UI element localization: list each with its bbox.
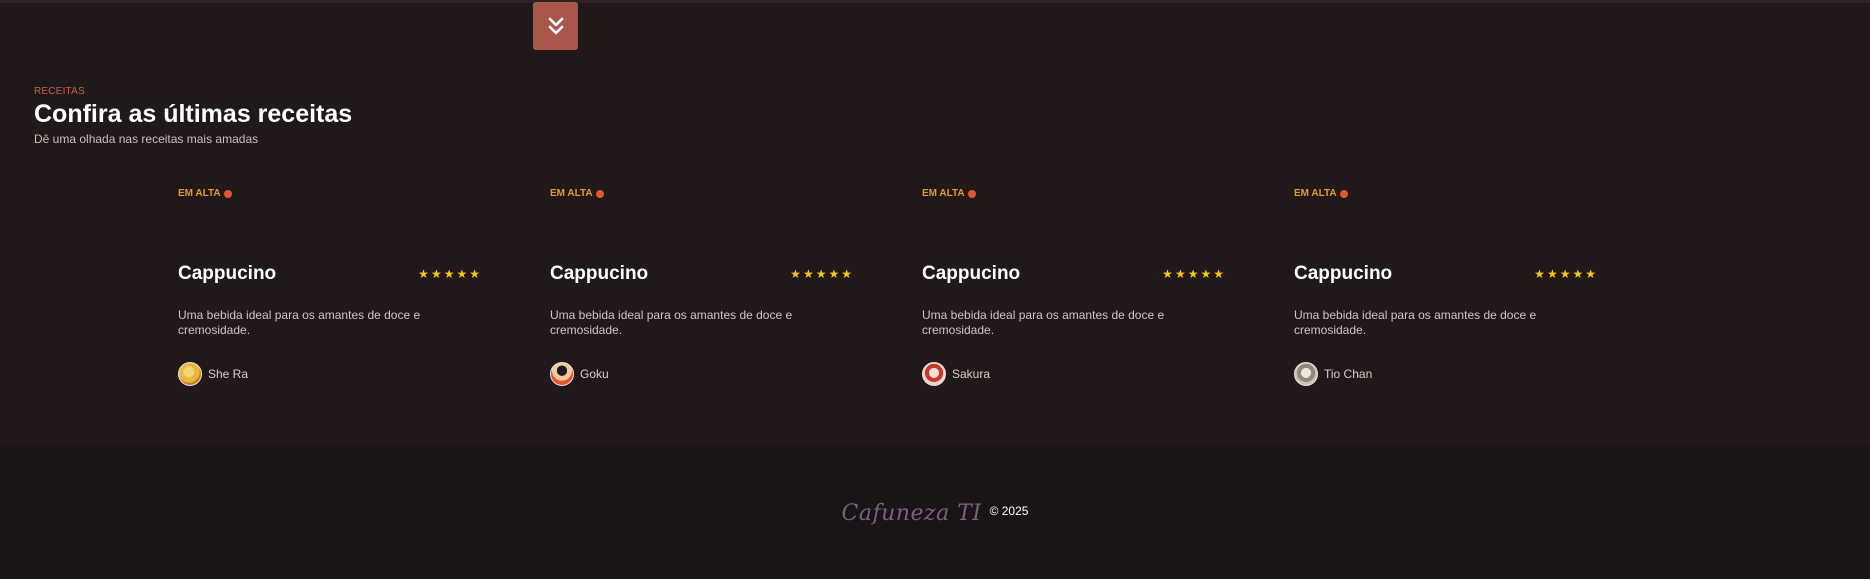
- footer-copyright: © 2025: [989, 504, 1029, 518]
- recipe-card[interactable]: EM ALTA Cappucino ★ ★ ★ ★ ★ Uma bebida ideal…: [550, 188, 855, 398]
- trending-badge-label: EM ALTA: [922, 188, 965, 199]
- flame-icon: [595, 189, 604, 198]
- recipe-title[interactable]: Cappucino: [922, 263, 1020, 285]
- recipe-card[interactable]: EM ALTA Cappucino ★ ★ ★ ★ ★ Uma bebida ideal…: [922, 188, 1227, 398]
- recipes-section-header: RECEITAS Confira as últimas receitas Dê …: [34, 86, 352, 146]
- star-icon: ★: [1213, 267, 1224, 281]
- recipe-title[interactable]: Cappucino: [1294, 263, 1392, 285]
- avatar: [178, 362, 202, 386]
- flame-icon: [967, 189, 976, 198]
- star-icon: ★: [1559, 267, 1571, 281]
- star-rating: ★ ★ ★ ★ ★: [418, 268, 480, 280]
- star-icon: ★: [790, 267, 801, 281]
- star-icon: ★: [1572, 267, 1584, 281]
- star-icon: ★: [828, 267, 840, 281]
- avatar: [550, 362, 574, 386]
- star-rating: ★ ★ ★ ★ ★: [1162, 268, 1224, 280]
- avatar: [922, 362, 946, 386]
- star-icon: ★: [815, 267, 827, 281]
- star-icon: ★: [1534, 267, 1545, 281]
- scroll-down-button[interactable]: [533, 2, 578, 50]
- star-rating: ★ ★ ★ ★ ★: [1534, 268, 1596, 280]
- trending-badge-label: EM ALTA: [550, 188, 593, 199]
- author-name: Goku: [580, 367, 609, 381]
- recipe-title[interactable]: Cappucino: [550, 263, 648, 285]
- star-icon: ★: [443, 267, 455, 281]
- recipe-card[interactable]: EM ALTA Cappucino ★ ★ ★ ★ ★ Uma bebida ideal…: [1294, 188, 1599, 398]
- star-icon: ★: [456, 267, 468, 281]
- trending-badge-label: EM ALTA: [1294, 188, 1337, 199]
- top-divider: [0, 0, 1870, 3]
- star-icon: ★: [1174, 267, 1186, 281]
- trending-badge: EM ALTA: [922, 188, 1227, 199]
- flame-icon: [1339, 189, 1348, 198]
- recipe-author[interactable]: Goku: [550, 362, 609, 386]
- trending-badge: EM ALTA: [1294, 188, 1599, 199]
- star-icon: ★: [802, 267, 814, 281]
- star-icon: ★: [1546, 267, 1558, 281]
- recipe-author[interactable]: Sakura: [922, 362, 990, 386]
- star-icon: ★: [430, 267, 442, 281]
- star-icon: ★: [1200, 267, 1212, 281]
- recipe-title[interactable]: Cappucino: [178, 263, 276, 285]
- recipe-author[interactable]: Tio Chan: [1294, 362, 1372, 386]
- trending-badge: EM ALTA: [550, 188, 855, 199]
- avatar: [1294, 362, 1318, 386]
- star-icon: ★: [469, 267, 480, 281]
- recipe-card[interactable]: EM ALTA Cappucino ★ ★ ★ ★ ★ Uma bebida ideal…: [178, 188, 483, 398]
- section-subtitle: Dê uma olhada nas receitas mais amadas: [34, 131, 259, 146]
- star-icon: ★: [418, 267, 429, 281]
- section-title: Confira as últimas receitas: [34, 100, 353, 128]
- flame-icon: [223, 189, 232, 198]
- trending-badge-label: EM ALTA: [178, 188, 221, 199]
- recipe-description: Uma bebida ideal para os amantes de doce…: [1294, 308, 1537, 337]
- site-footer: Cafuneza TI © 2025: [0, 447, 1870, 579]
- star-icon: ★: [1187, 267, 1199, 281]
- recipe-description: Uma bebida ideal para os amantes de doce…: [922, 308, 1165, 337]
- star-icon: ★: [841, 267, 852, 281]
- section-eyebrow: RECEITAS: [34, 86, 85, 97]
- trending-badge: EM ALTA: [178, 188, 483, 199]
- author-name: Sakura: [952, 367, 991, 381]
- star-icon: ★: [1585, 267, 1596, 281]
- author-name: She Ra: [208, 367, 249, 381]
- footer-logo: Cafuneza TI: [841, 500, 982, 526]
- recipe-description: Uma bebida ideal para os amantes de doce…: [178, 308, 421, 337]
- recipe-author[interactable]: She Ra: [178, 362, 248, 386]
- star-icon: ★: [1162, 267, 1173, 281]
- star-rating: ★ ★ ★ ★ ★: [790, 268, 852, 280]
- author-name: Tio Chan: [1324, 367, 1373, 381]
- double-chevron-down-icon: [548, 17, 563, 35]
- recipe-description: Uma bebida ideal para os amantes de doce…: [550, 308, 793, 337]
